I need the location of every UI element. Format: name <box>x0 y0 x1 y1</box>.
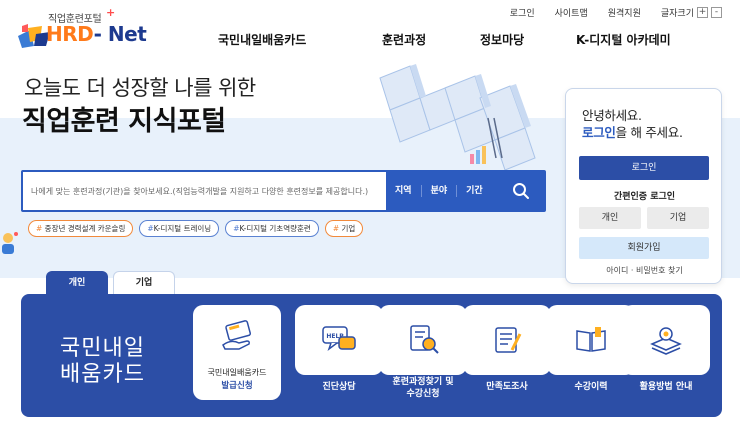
card-hand-icon <box>222 320 251 350</box>
card-apply-button[interactable]: 국민내일배움카드 발급신청 <box>193 305 281 400</box>
util-sitemap-link[interactable]: 사이트맵 <box>545 6 598 19</box>
decoration-figure-icon <box>2 232 18 254</box>
tag-k-digital-training[interactable]: #K-디지털 트레이닝 <box>139 220 220 237</box>
login-prompt: 로그인을 해 주세요. <box>582 122 683 141</box>
find-id-password-link[interactable]: 아이디 · 비밀번호 찾기 <box>566 265 723 276</box>
gear-stack-icon <box>650 327 682 355</box>
card-apply-label-2: 발급신청 <box>221 381 253 391</box>
help-chat-icon: HELP <box>322 326 356 352</box>
book-icon <box>576 327 606 352</box>
logo-net: - Net <box>93 22 147 46</box>
tag-k-digital-basic[interactable]: #K-디지털 기초역량훈련 <box>225 220 319 237</box>
font-size-control: 글자크기 + - <box>651 6 732 19</box>
filter-period[interactable]: 기간 <box>457 185 492 197</box>
utility-links: 로그인 사이트맵 원격지원 글자크기 + - <box>500 6 732 19</box>
card-guide-button[interactable] <box>622 305 710 375</box>
tag-label: 중장년 경력설계 카운슬링 <box>42 224 126 233</box>
tag-label: K-디지털 기초역량훈련 <box>239 224 311 233</box>
logo-wordmark[interactable]: HRD- Net <box>46 22 147 46</box>
nav-item-info[interactable]: 정보마당 <box>480 31 524 48</box>
login-panel: 안녕하세요. 로그인을 해 주세요. 로그인 간편인증 로그인 개인 기업 회원… <box>565 88 722 284</box>
login-prompt-highlight: 로그인 <box>582 125 616 140</box>
nav-item-card[interactable]: 국민내일배움카드 <box>218 31 306 48</box>
hashtag-list: # 중장년 경력설계 카운슬링 #K-디지털 트레이닝 #K-디지털 기초역량훈… <box>28 220 364 237</box>
nav-item-courses[interactable]: 훈련과정 <box>382 31 426 48</box>
card-survey-label: 만족도조사 <box>486 382 528 392</box>
hrd-3d-illustration-icon <box>379 64 536 171</box>
logo-plus-mark: + <box>106 6 116 19</box>
card-diagnosis-button[interactable]: HELP <box>295 305 383 375</box>
simple-login-individual-button[interactable]: 개인 <box>579 207 641 229</box>
tag-label: 기업 <box>339 224 356 233</box>
document-search-icon <box>410 325 439 354</box>
simple-login-corporate-button[interactable]: 기업 <box>647 207 709 229</box>
logo-hrd: HRD <box>46 22 94 46</box>
card-apply-label-1: 국민내일배움카드 <box>207 368 267 377</box>
hero-title: 직업훈련 지식포털 <box>22 106 226 137</box>
login-prompt-rest: 을 해 주세요. <box>615 125 683 140</box>
tag-company[interactable]: # 기업 <box>324 220 364 237</box>
card-guide-label: 활용방법 안내 <box>639 382 693 392</box>
util-login-link[interactable]: 로그인 <box>500 6 545 19</box>
card-course-search-button[interactable] <box>379 305 467 375</box>
hero-tagline: 오늘도 더 성장할 나를 위한 <box>24 76 256 100</box>
font-size-label: 글자크기 <box>660 9 694 19</box>
search-icon[interactable] <box>512 182 530 200</box>
tab-corporate[interactable]: 기업 <box>113 271 175 295</box>
signup-button[interactable]: 회원가입 <box>579 237 709 259</box>
login-button[interactable]: 로그인 <box>579 156 709 180</box>
service-panel-title-line2: 배움카드 <box>60 362 145 387</box>
search-bar: 지역 분야 기간 <box>21 170 546 212</box>
tag-midlife-counseling[interactable]: # 중장년 경력설계 카운슬링 <box>28 220 134 237</box>
font-size-minus-button[interactable]: - <box>711 7 722 18</box>
survey-pen-icon <box>495 327 522 353</box>
filter-region[interactable]: 지역 <box>386 185 422 197</box>
font-size-plus-button[interactable]: + <box>697 7 708 18</box>
nav-item-k-digital[interactable]: K-디지털 아카데미 <box>576 31 671 48</box>
card-survey-button[interactable] <box>463 305 551 375</box>
filter-field[interactable]: 분야 <box>422 185 458 197</box>
util-remote-link[interactable]: 원격지원 <box>598 6 651 19</box>
search-input[interactable] <box>31 172 383 210</box>
simple-auth-heading: 간편인증 로그인 <box>613 192 676 202</box>
tab-individual[interactable]: 개인 <box>46 271 108 295</box>
tag-label: K-디지털 트레이닝 <box>153 224 212 233</box>
